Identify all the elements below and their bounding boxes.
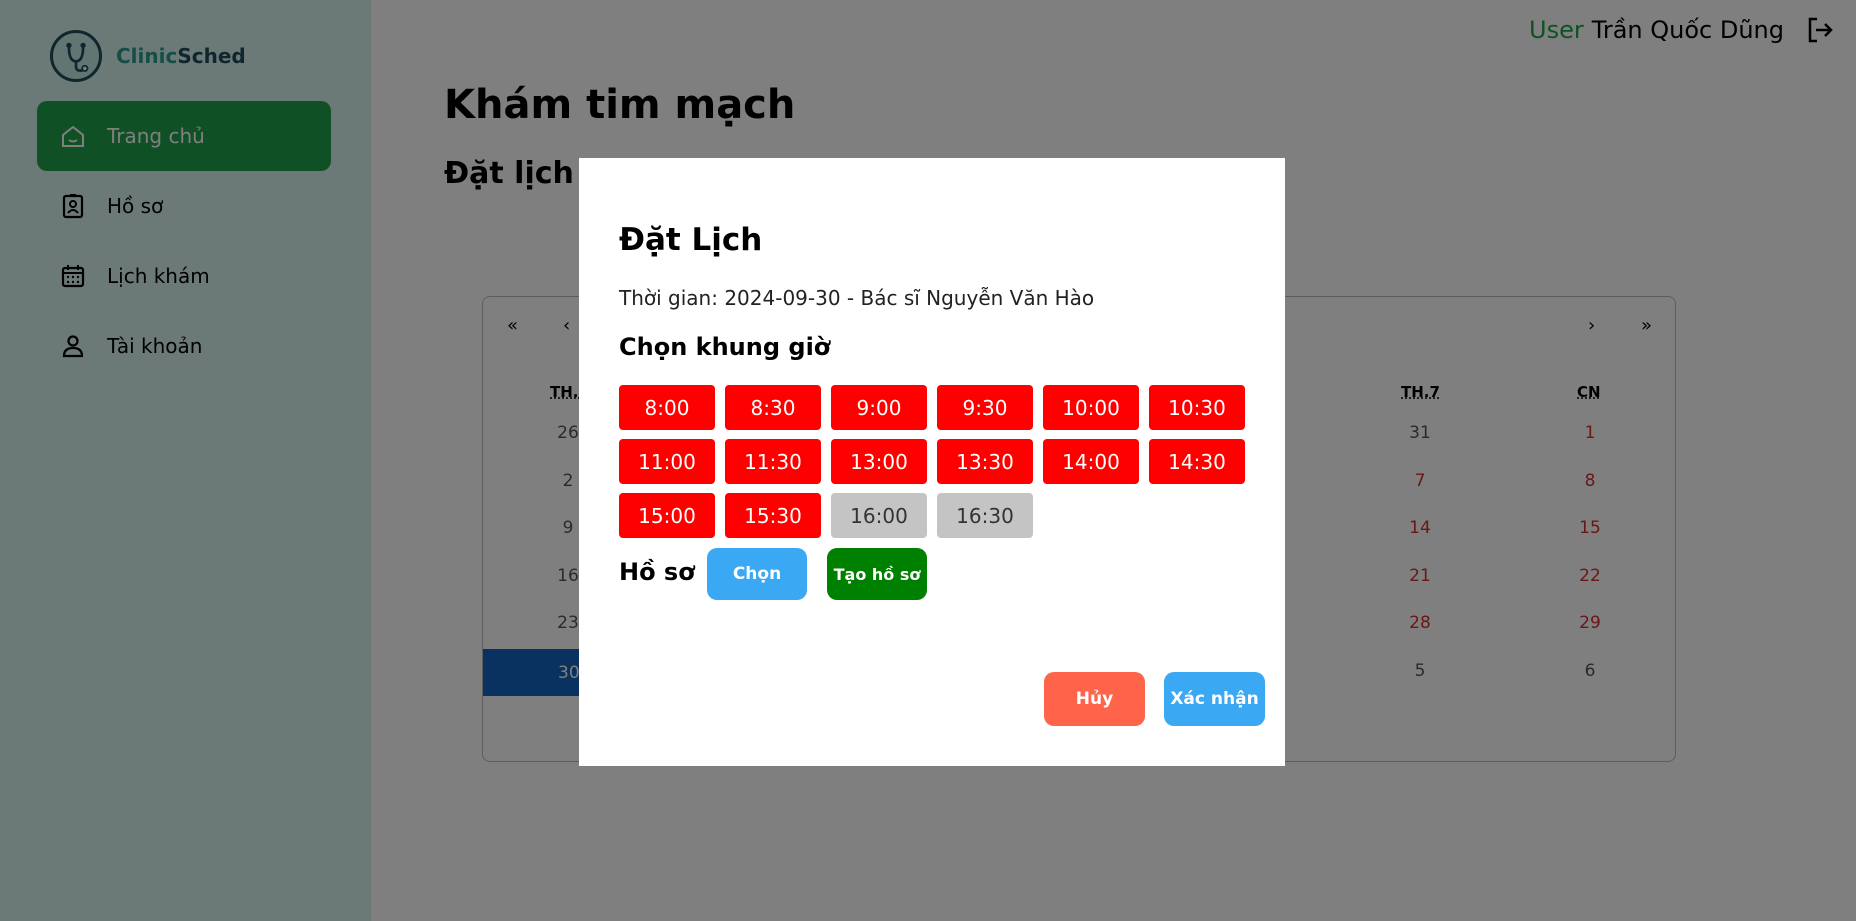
time-slot-button[interactable]: 9:30 (937, 385, 1033, 430)
time-slot-button[interactable]: 9:00 (831, 385, 927, 430)
modal-title: Đặt Lịch (619, 222, 763, 258)
time-slot-button[interactable]: 8:00 (619, 385, 715, 430)
create-profile-button[interactable]: Tạo hồ sơ (827, 548, 927, 600)
time-slot-button[interactable]: 15:00 (619, 493, 715, 538)
time-slot-button-disabled[interactable]: 16:00 (831, 493, 927, 538)
time-slot-heading: Chọn khung giờ (619, 333, 831, 361)
time-slot-button[interactable]: 14:30 (1149, 439, 1245, 484)
time-slot-button-disabled[interactable]: 16:30 (937, 493, 1033, 538)
cancel-button[interactable]: Hủy (1044, 672, 1145, 726)
appointment-time-info: Thời gian: 2024-09-30 - Bác sĩ Nguyễn Vă… (619, 286, 1095, 310)
choose-profile-button[interactable]: Chọn (707, 548, 807, 600)
time-slot-button[interactable]: 14:00 (1043, 439, 1139, 484)
confirm-button[interactable]: Xác nhận (1164, 672, 1265, 726)
booking-modal: Đặt Lịch Thời gian: 2024-09-30 - Bác sĩ … (579, 158, 1285, 766)
time-slot-button[interactable]: 15:30 (725, 493, 821, 538)
time-slot-button[interactable]: 8:30 (725, 385, 821, 430)
time-slot-button[interactable]: 13:00 (831, 439, 927, 484)
time-slot-button[interactable]: 10:30 (1149, 385, 1245, 430)
time-slot-button[interactable]: 10:00 (1043, 385, 1139, 430)
time-slot-button[interactable]: 11:00 (619, 439, 715, 484)
time-slot-button[interactable]: 13:30 (937, 439, 1033, 484)
profile-label: Hồ sơ (619, 558, 695, 586)
time-slot-button[interactable]: 11:30 (725, 439, 821, 484)
